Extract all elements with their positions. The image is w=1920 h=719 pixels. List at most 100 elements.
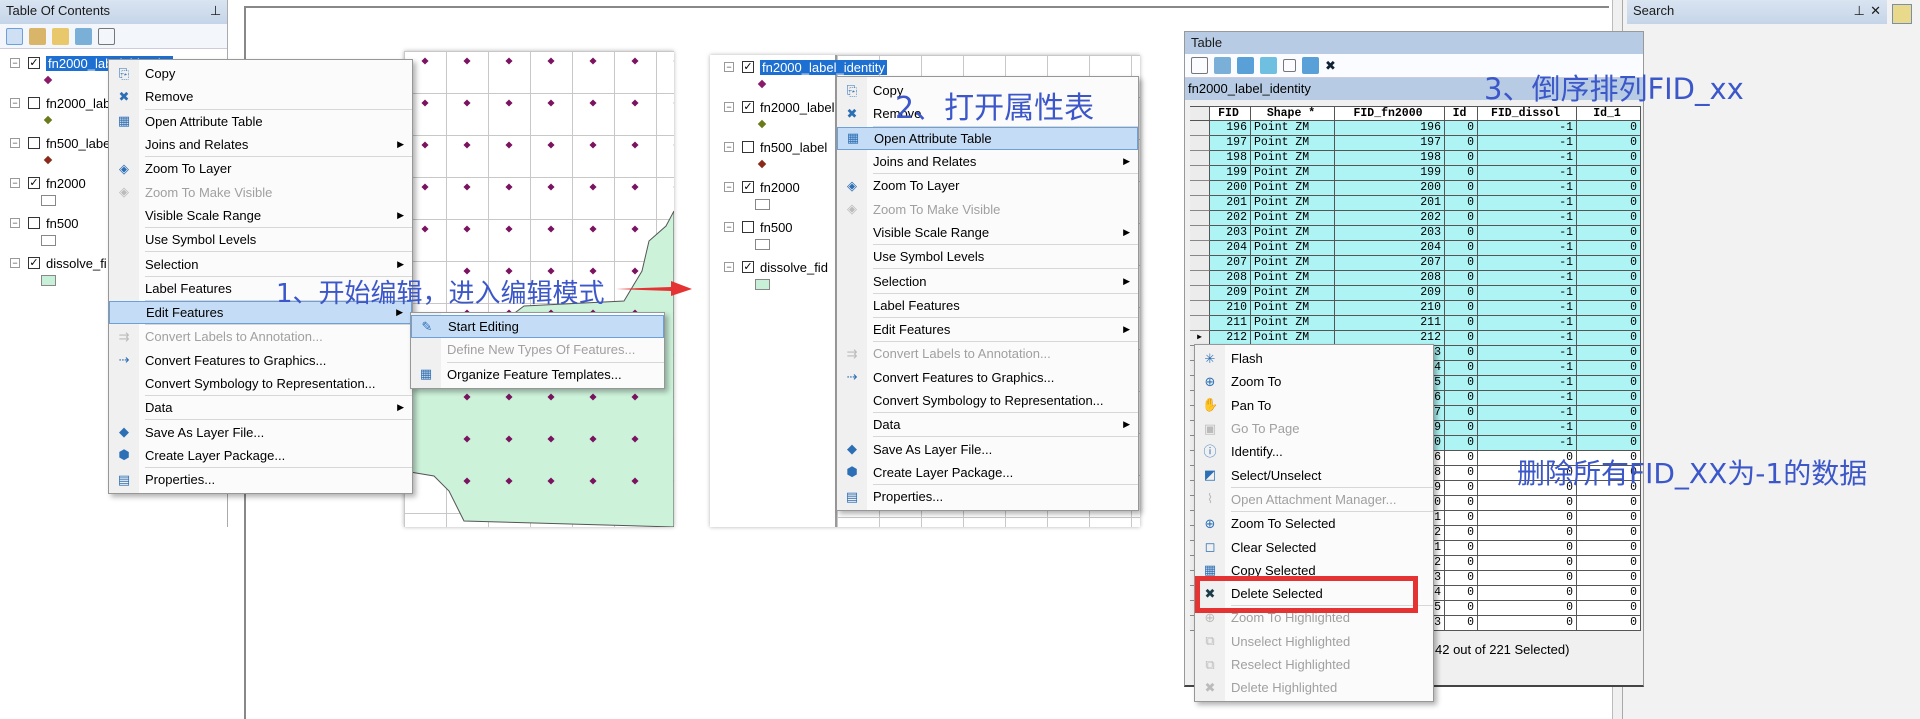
point-feature[interactable] [505, 141, 513, 149]
layer-name[interactable]: fn500 [46, 216, 79, 231]
point-feature[interactable] [589, 183, 597, 191]
toc-layer[interactable]: − fn500 [10, 213, 79, 233]
table-cell[interactable]: 0 [1445, 436, 1478, 451]
table-cell[interactable]: Point ZM [1251, 196, 1335, 211]
table-cell[interactable]: 208 [1335, 271, 1445, 286]
table-cell[interactable]: 0 [1577, 226, 1641, 241]
point-feature[interactable] [589, 477, 597, 485]
menu-item-visible-scale-range[interactable]: Visible Scale Range ▶ [837, 221, 1138, 244]
layer-name[interactable]: fn2000 [760, 180, 800, 195]
menu-item-copy[interactable]: ⎘ Copy [109, 62, 412, 85]
table-cell[interactable]: 0 [1577, 211, 1641, 226]
table-cell[interactable]: 0 [1478, 601, 1577, 616]
table-cell[interactable]: 0 [1445, 211, 1478, 226]
menu-item-convert-labels-to-annotation[interactable]: ⇉ Convert Labels to Annotation... [837, 342, 1138, 365]
table-row[interactable]: 199 Point ZM 199 0 -1 0 [1190, 166, 1641, 181]
menu-item-data[interactable]: Data ▶ [837, 413, 1138, 436]
point-feature[interactable] [505, 57, 513, 65]
row-selector[interactable] [1190, 286, 1210, 301]
collapse-icon[interactable]: − [10, 98, 20, 108]
menu-item-use-symbol-levels[interactable]: Use Symbol Levels [109, 228, 412, 251]
collapse-icon[interactable]: − [10, 258, 20, 268]
table-row[interactable]: 203 Point ZM 203 0 -1 0 [1190, 226, 1641, 241]
table-cell[interactable]: Point ZM [1251, 136, 1335, 151]
point-feature[interactable] [673, 477, 674, 485]
row-selector[interactable] [1190, 166, 1210, 181]
table-cell[interactable]: 0 [1445, 271, 1478, 286]
table-cell[interactable]: 0 [1577, 376, 1641, 391]
menu-item-properties[interactable]: ▤ Properties... [109, 468, 412, 491]
table-cell[interactable]: -1 [1478, 166, 1577, 181]
table-cell[interactable]: -1 [1478, 331, 1577, 346]
table-cell[interactable]: 0 [1577, 511, 1641, 526]
point-feature[interactable] [631, 183, 639, 191]
point-feature[interactable] [673, 267, 674, 275]
row-selector[interactable] [1190, 151, 1210, 166]
menu-item-convert-labels-to-annotation[interactable]: ⇉ Convert Labels to Annotation... [109, 325, 412, 348]
table-cell[interactable]: 0 [1445, 286, 1478, 301]
point-feature[interactable] [547, 57, 555, 65]
point-feature[interactable] [505, 99, 513, 107]
point-feature[interactable] [463, 183, 471, 191]
pin-icon[interactable]: ⊥ [210, 3, 221, 19]
layer-visibility-checkbox[interactable]: ✓ [742, 101, 754, 113]
table-cell[interactable]: -1 [1478, 211, 1577, 226]
point-feature[interactable] [631, 267, 639, 275]
table-cell[interactable]: 0 [1577, 271, 1641, 286]
table-cell[interactable]: 0 [1577, 556, 1641, 571]
column-header[interactable]: FID [1210, 106, 1251, 121]
layer-visibility-checkbox[interactable]: ✓ [742, 181, 754, 193]
menu-item-joins-and-relates[interactable]: Joins and Relates ▶ [837, 150, 1138, 173]
zoom-to-selected-icon[interactable] [1302, 57, 1319, 74]
table-row[interactable]: 204 Point ZM 204 0 -1 0 [1190, 241, 1641, 256]
collapse-icon[interactable]: − [724, 182, 734, 192]
point-feature[interactable] [463, 57, 471, 65]
toc-layer[interactable]: − fn2000_lab [10, 93, 110, 113]
point-feature[interactable] [631, 435, 639, 443]
menu-item-open-attachment-manager[interactable]: ⌇ Open Attachment Manager... [1195, 488, 1433, 511]
table-row[interactable]: 196 Point ZM 196 0 -1 0 [1190, 121, 1641, 136]
toc-layer[interactable]: − ✓ dissolve_fid [724, 257, 828, 277]
row-selector[interactable] [1190, 136, 1210, 151]
table-cell[interactable]: 0 [1478, 511, 1577, 526]
menu-item-zoom-to-layer[interactable]: ◈ Zoom To Layer [837, 174, 1138, 197]
table-row[interactable]: 210 Point ZM 210 0 -1 0 [1190, 301, 1641, 316]
table-row[interactable]: 201 Point ZM 201 0 -1 0 [1190, 196, 1641, 211]
menu-item-zoom-to-make-visible[interactable]: ◈ Zoom To Make Visible [109, 180, 412, 203]
table-cell[interactable]: 0 [1577, 196, 1641, 211]
list-by-drawing-order-icon[interactable] [6, 27, 23, 45]
menu-item-edit-features[interactable]: Edit Features ▶ [837, 318, 1138, 341]
table-cell[interactable]: -1 [1478, 151, 1577, 166]
table-cell[interactable]: Point ZM [1251, 241, 1335, 256]
point-feature[interactable] [589, 225, 597, 233]
table-cell[interactable]: -1 [1478, 226, 1577, 241]
table-cell[interactable]: 0 [1577, 316, 1641, 331]
table-cell[interactable]: 0 [1577, 541, 1641, 556]
point-feature[interactable] [589, 57, 597, 65]
point-feature[interactable] [547, 477, 555, 485]
point-feature[interactable] [547, 141, 555, 149]
menu-item-zoom-to-make-visible[interactable]: ◈ Zoom To Make Visible [837, 197, 1138, 220]
table-cell[interactable]: Point ZM [1251, 151, 1335, 166]
table-cell[interactable]: 0 [1478, 616, 1577, 631]
point-feature[interactable] [421, 141, 429, 149]
point-feature[interactable] [505, 183, 513, 191]
table-cell[interactable]: 197 [1335, 136, 1445, 151]
row-selector[interactable] [1190, 211, 1210, 226]
column-header[interactable]: FID_dissol [1478, 106, 1577, 121]
point-feature[interactable] [631, 225, 639, 233]
table-cell[interactable]: 204 [1210, 241, 1251, 256]
table-cell[interactable]: 199 [1335, 166, 1445, 181]
table-cell[interactable]: Point ZM [1251, 181, 1335, 196]
table-cell[interactable]: 207 [1210, 256, 1251, 271]
menu-item-clear-selected[interactable]: ◻ Clear Selected [1195, 535, 1433, 558]
point-feature[interactable] [673, 309, 674, 317]
table-cell[interactable]: Point ZM [1251, 271, 1335, 286]
table-cell[interactable]: 0 [1577, 406, 1641, 421]
table-cell[interactable]: 0 [1445, 361, 1478, 376]
point-feature[interactable] [505, 477, 513, 485]
point-feature[interactable] [547, 393, 555, 401]
point-feature[interactable] [463, 435, 471, 443]
menu-item-convert-features-to-graphics[interactable]: ⇢ Convert Features to Graphics... [109, 349, 412, 372]
point-feature[interactable] [673, 141, 674, 149]
